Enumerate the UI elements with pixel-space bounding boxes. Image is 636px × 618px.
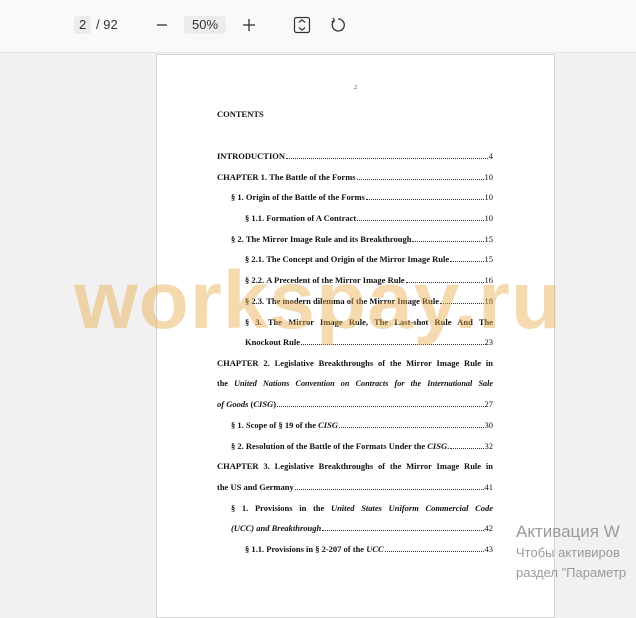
toc-title: Scope of § 19 of the	[245, 419, 316, 430]
toc-title: The Mirror Image Rule and its Breakthrou…	[245, 233, 412, 244]
toc-page: 10	[484, 171, 494, 182]
toc-title-italic: CISG	[318, 419, 338, 430]
toc-prefix: § 3.	[245, 316, 262, 327]
document-page: 2 CONTENTS INTRODUCTION 4 CHAPTER 1. The …	[157, 55, 554, 617]
contents-heading: CONTENTS	[217, 109, 264, 119]
toc-title-part: the	[217, 378, 228, 388]
toc-title: The Mirror Image Rule, The Last-shot Rul…	[267, 316, 494, 327]
toc-prefix: § 2.2.	[245, 275, 265, 286]
toc-entry[interactable]: CHAPTER 1. The Battle of the Forms 10	[217, 171, 493, 192]
zoom-in-icon	[243, 19, 255, 31]
fit-page-button[interactable]	[290, 13, 314, 37]
toc-title: Formation of A Contract	[266, 213, 357, 224]
toc-title-italic: United States Uniform Commercial Code	[330, 502, 494, 513]
toc-title-italic: UCC	[366, 544, 384, 555]
toc-prefix: § 1.	[231, 192, 244, 203]
toc-title: Resolution of the Battle of the Formats …	[245, 440, 426, 451]
toc-page: 30	[484, 419, 494, 430]
toc-title: The modern dilemma of the Mirror Image R…	[266, 295, 439, 306]
toc-title: Provisions in the	[254, 502, 325, 513]
toc-title-italic: CISG	[427, 440, 448, 451]
toc-page: 16	[484, 275, 494, 286]
toc-entry[interactable]: § 2.3. The modern dilemma of the Mirror …	[217, 295, 493, 316]
toc-entry[interactable]: § 1. Origin of the Battle of the Forms 10	[217, 191, 493, 212]
zoom-out-icon	[157, 24, 167, 26]
toc-prefix: CHAPTER 3.	[217, 461, 270, 472]
toc-prefix: § 2.	[231, 440, 244, 451]
windows-activation-notice: Активация W Чтобы активиров раздел "Пара…	[516, 521, 626, 583]
toc-prefix: § 2.	[231, 233, 244, 244]
toc-page: 32	[484, 440, 494, 451]
toc-title: Provisions in § 2-207 of the	[266, 544, 365, 555]
toc-title: Legislative Breakthroughs of the Mirror …	[274, 461, 493, 472]
toc-prefix: § 1.	[231, 502, 249, 513]
toc-entry[interactable]: § 2.1. The Concept and Origin of the Mir…	[217, 253, 493, 274]
toc-prefix: CHAPTER 1.	[217, 171, 268, 182]
toc-title-continued: (UCC) and Breakthrough	[231, 523, 322, 534]
activation-line: Чтобы активиров	[516, 545, 620, 560]
toc-prefix: § 1.	[231, 419, 244, 430]
toc-title: The Concept and Origin of the Mirror Ima…	[266, 254, 450, 265]
toc-title-continued: the US and Germany	[217, 482, 294, 493]
toc-title-part: )	[273, 399, 277, 410]
toc-prefix: CHAPTER 2.	[217, 357, 270, 368]
toc-entry[interactable]: § 2. The Mirror Image Rule and its Break…	[217, 233, 493, 254]
fit-page-icon	[293, 16, 311, 34]
toc-entry[interactable]: CHAPTER 3. Legislative Breakthroughs of …	[217, 460, 493, 501]
viewer-toolbar: 2 / 92 50%	[0, 0, 636, 53]
toc-title: A Precedent of the Mirror Image Rule	[266, 275, 405, 286]
toc-entry[interactable]: INTRODUCTION 4	[217, 150, 493, 171]
rotate-icon	[331, 17, 345, 32]
toc-page: 43	[484, 544, 494, 555]
toc-page: 15	[484, 254, 494, 265]
table-of-contents: INTRODUCTION 4 CHAPTER 1. The Battle of t…	[217, 150, 493, 564]
zoom-out-button[interactable]	[150, 13, 174, 37]
toc-title: Legislative Breakthroughs of the Mirror …	[274, 357, 493, 368]
zoom-level[interactable]: 50%	[184, 16, 226, 34]
toc-title-continued: Knockout Rule	[245, 337, 301, 348]
toc-page: 18	[484, 295, 494, 306]
page-number-input[interactable]: 2	[74, 16, 92, 34]
toc-title: INTRODUCTION	[217, 151, 286, 161]
activation-line: раздел "Параметр	[516, 565, 627, 580]
toc-entry[interactable]: § 1. Scope of § 19 of the CISG 30	[217, 419, 493, 440]
toc-prefix: § 2.3.	[245, 295, 265, 306]
page-number-label: 2	[354, 85, 357, 91]
toc-page: 42	[484, 523, 494, 534]
toc-title: The Battle of the Forms	[269, 171, 356, 182]
toc-title-italic: United Nations Convention on Contracts f…	[234, 378, 493, 388]
toc-entry[interactable]: § 3. The Mirror Image Rule, The Last-sho…	[217, 316, 493, 357]
toc-entry[interactable]: § 1. Provisions in the United States Uni…	[217, 502, 493, 543]
toc-prefix: § 1.1.	[245, 544, 265, 555]
toc-entry[interactable]: § 1.1. Formation of A Contract 10	[217, 212, 493, 233]
toc-title: Origin of the Battle of the Forms	[245, 192, 365, 203]
toc-entry[interactable]: § 1.1. Provisions in § 2-207 of the UCC 4…	[217, 543, 493, 564]
toc-title-italic: of Goods	[217, 399, 249, 410]
toc-page: 27	[484, 399, 494, 410]
toc-page: 4	[488, 151, 493, 161]
toc-page: 10	[484, 192, 494, 203]
activation-title: Активация W	[516, 522, 620, 541]
toc-title-part: .	[447, 440, 450, 451]
rotate-button[interactable]	[326, 13, 350, 37]
zoom-in-button[interactable]	[237, 13, 261, 37]
toc-entry[interactable]: CHAPTER 2. Legislative Breakthroughs of …	[217, 357, 493, 419]
toc-title-italic: CISG	[253, 399, 274, 410]
toc-page: 10	[484, 213, 494, 224]
toc-prefix: § 1.1.	[245, 213, 265, 224]
toc-entry[interactable]: § 2.2. A Precedent of the Mirror Image R…	[217, 274, 493, 295]
toc-entry[interactable]: § 2. Resolution of the Battle of the For…	[217, 440, 493, 461]
toc-page: 15	[484, 233, 494, 244]
page-total: / 92	[96, 17, 118, 32]
toc-prefix: § 2.1.	[245, 254, 265, 265]
toc-page: 41	[484, 482, 494, 493]
toc-page: 23	[484, 337, 494, 348]
